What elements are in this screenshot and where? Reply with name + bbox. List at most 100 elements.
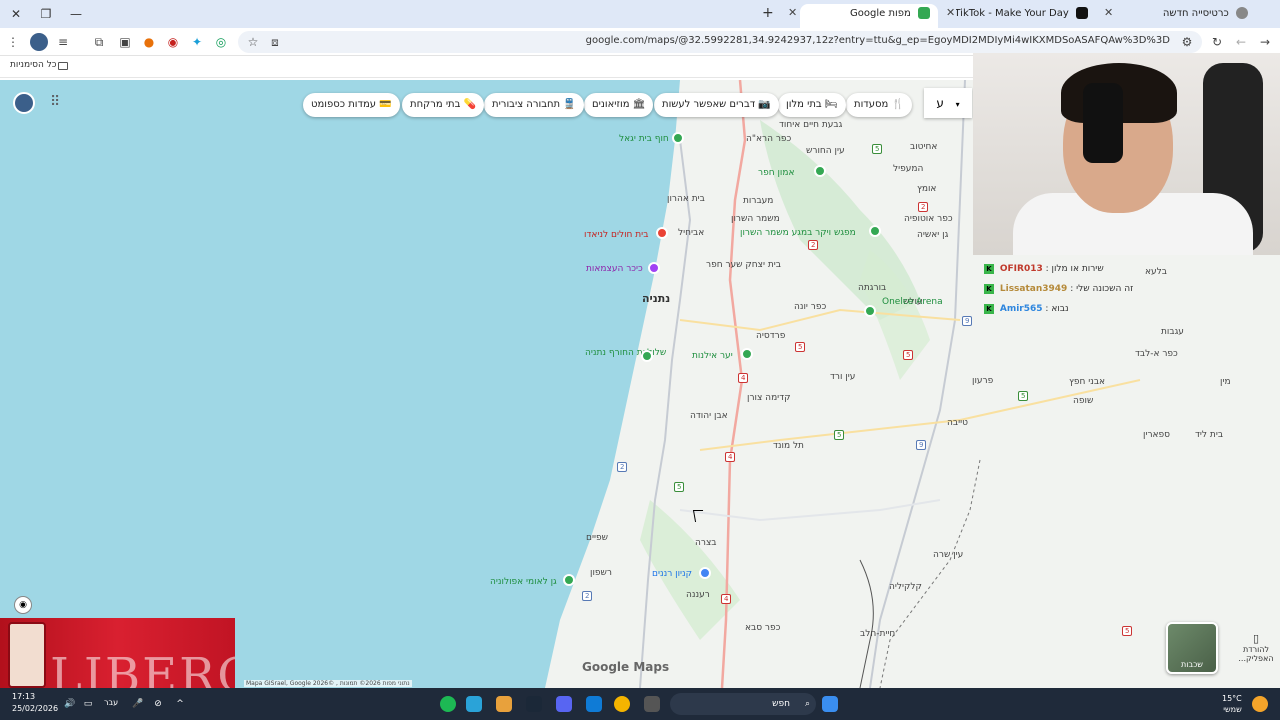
chip-pharmacies[interactable]: 💊 בתי מרקחת [402, 93, 485, 117]
place-label[interactable]: קדימה צורן [747, 393, 791, 403]
reading-list-icon[interactable]: ≡ [54, 33, 72, 51]
install-app-icon[interactable]: ⧈ [266, 33, 284, 51]
tab-new-tab[interactable]: כרטיסייה חדשה [1116, 4, 1256, 28]
place-label[interactable]: אבן יהודה [690, 411, 728, 421]
chevron-up-icon[interactable]: ^ [172, 696, 188, 712]
place-label[interactable]: מפגש ויקר במגע משמר השרון [740, 228, 856, 238]
taskbar-search[interactable]: חפש ⌕ [670, 693, 816, 715]
place-label[interactable]: שופה [1073, 396, 1093, 406]
notes-icon[interactable] [586, 696, 602, 712]
restore-window-icon[interactable]: ❐ [38, 6, 54, 22]
chip-things-to-do[interactable]: 📷 דברים שאפשר לעשות [654, 93, 779, 117]
place-label[interactable]: כפר א-לבד [1135, 349, 1178, 359]
place-label[interactable]: ספארין [1143, 430, 1170, 440]
place-label[interactable]: חיית-חלב [860, 629, 895, 639]
place-label[interactable]: כפר אוטופיה [904, 214, 953, 224]
all-bookmarks-link[interactable]: כל הסימניות [10, 60, 57, 70]
extension-icon[interactable]: ◎ [212, 33, 230, 51]
extension-icon[interactable]: ● [140, 33, 158, 51]
place-label[interactable]: אומץ [917, 184, 936, 194]
extensions-icon[interactable]: ⧉ [90, 33, 108, 51]
reload-icon[interactable]: ↻ [1208, 33, 1226, 51]
place-label[interactable]: אביחיל [678, 228, 704, 238]
close-tab-icon[interactable]: ✕ [788, 6, 797, 19]
layers-button[interactable]: שכבות [1166, 622, 1218, 674]
place-label[interactable]: אחיטוב [910, 142, 937, 152]
map-credits[interactable]: Mapa GISrael, Google 2026© , נתוני מפות … [244, 680, 412, 687]
place-label[interactable]: קלקיליה [889, 582, 922, 592]
file-explorer-icon[interactable] [644, 696, 660, 712]
place-label[interactable]: בצרה [695, 538, 717, 548]
weather-widget[interactable]: 15°C שמשי [1222, 693, 1242, 715]
telegram-icon[interactable] [466, 696, 482, 712]
place-label[interactable]: מעברות [743, 196, 773, 206]
place-label[interactable]: בית חולים לניאדו [584, 230, 648, 240]
place-label[interactable]: עין ורד [830, 372, 855, 382]
menu-dots-icon[interactable]: ⋮ [4, 33, 22, 51]
place-label[interactable]: גן לאומי אפולוניה [490, 577, 557, 587]
app-icon[interactable] [496, 696, 512, 712]
place-label[interactable]: עגבות [1161, 327, 1184, 337]
place-label[interactable]: כפר יונה [794, 302, 826, 312]
chip-transit[interactable]: 🚆 תחבורה ציבורית [484, 93, 584, 117]
chevron-down-icon[interactable]: ▾ [956, 100, 960, 109]
place-label[interactable]: אמון חפר [758, 168, 794, 178]
stadium-pin-icon[interactable] [864, 305, 876, 317]
download-app-link[interactable]: ▯ להורדת האפליק... [1238, 632, 1274, 663]
place-label[interactable]: בית ליד [1195, 430, 1223, 440]
park-pin-icon[interactable] [672, 132, 684, 144]
place-label[interactable]: שלוליות החורף נתניה [585, 348, 666, 358]
forest-pin-icon[interactable] [741, 348, 753, 360]
close-window-icon[interactable]: ✕ [8, 6, 24, 22]
bookmark-star-icon[interactable]: ☆ [244, 33, 262, 51]
shopping-pin-icon[interactable] [699, 567, 711, 579]
place-label[interactable]: פרעון [972, 376, 993, 386]
site-settings-icon[interactable]: ⚙ [1178, 33, 1196, 51]
place-label[interactable]: משמר השרון [731, 214, 780, 224]
place-label[interactable]: גן יאשיה [917, 230, 948, 240]
place-label[interactable]: בית אהרון [667, 194, 705, 204]
place-label[interactable]: תל מונד [773, 441, 804, 451]
spotify-icon[interactable] [440, 696, 456, 712]
place-label[interactable]: פרדסיה [756, 331, 785, 341]
microphone-icon[interactable]: 🎤 [130, 696, 146, 712]
windows-start-icon[interactable] [822, 696, 838, 712]
place-label[interactable]: המעפיל [893, 164, 923, 174]
place-label[interactable]: קניון רננים [652, 569, 692, 579]
place-label[interactable]: כיכר העצמאות [586, 264, 643, 274]
park-pin-icon[interactable] [641, 350, 653, 362]
extension-icon[interactable]: ✦ [188, 33, 206, 51]
forward-icon[interactable]: ← [1232, 33, 1250, 51]
hospital-pin-icon[interactable] [656, 227, 668, 239]
place-label[interactable]: אבני חפץ [1069, 377, 1105, 387]
place-label[interactable]: כפר הרא"ה [746, 134, 791, 144]
place-label[interactable]: רשפון [590, 568, 612, 578]
mute-icon[interactable]: ⊘ [150, 696, 166, 712]
chip-museums[interactable]: 🏛 מוזיאונים [584, 93, 654, 117]
clock[interactable]: 17:13 25/02/2026 [12, 691, 58, 715]
place-label[interactable]: טייבה [947, 418, 968, 428]
chip-atms[interactable]: 💳 עמדות כספומט [303, 93, 400, 117]
place-label[interactable]: חוף בית יגאל [619, 134, 669, 144]
place-label[interactable]: בורגתה [858, 283, 886, 293]
search-input[interactable]: ע ▾ [924, 88, 972, 118]
discord-icon[interactable] [556, 696, 572, 712]
extension-icon[interactable]: ◉ [164, 33, 182, 51]
back-icon[interactable]: → [1256, 33, 1274, 51]
park-pin-icon[interactable] [869, 225, 881, 237]
place-label[interactable]: בית יצחק שער חפר [706, 260, 781, 270]
chip-restaurants[interactable]: 🍴 מסעדות [846, 93, 912, 117]
place-label[interactable]: נתניה [642, 292, 670, 305]
minimize-window-icon[interactable]: — [68, 6, 84, 22]
close-tab-icon[interactable]: ✕ [946, 6, 955, 19]
park-pin-icon[interactable] [563, 574, 575, 586]
google-apps-icon[interactable]: ⠿ [50, 94, 60, 110]
place-label[interactable]: שפיים [586, 533, 608, 543]
place-label[interactable]: יער אילנות [692, 351, 733, 361]
steam-icon[interactable] [526, 696, 542, 712]
tab-google-maps[interactable]: מפות Google [800, 4, 938, 28]
language-indicator[interactable]: עבר [104, 698, 118, 707]
place-label[interactable]: מין [1220, 377, 1231, 387]
volume-icon[interactable]: 🔊 [62, 696, 78, 712]
chip-hotels[interactable]: 🛏 בתי מלון [778, 93, 846, 117]
